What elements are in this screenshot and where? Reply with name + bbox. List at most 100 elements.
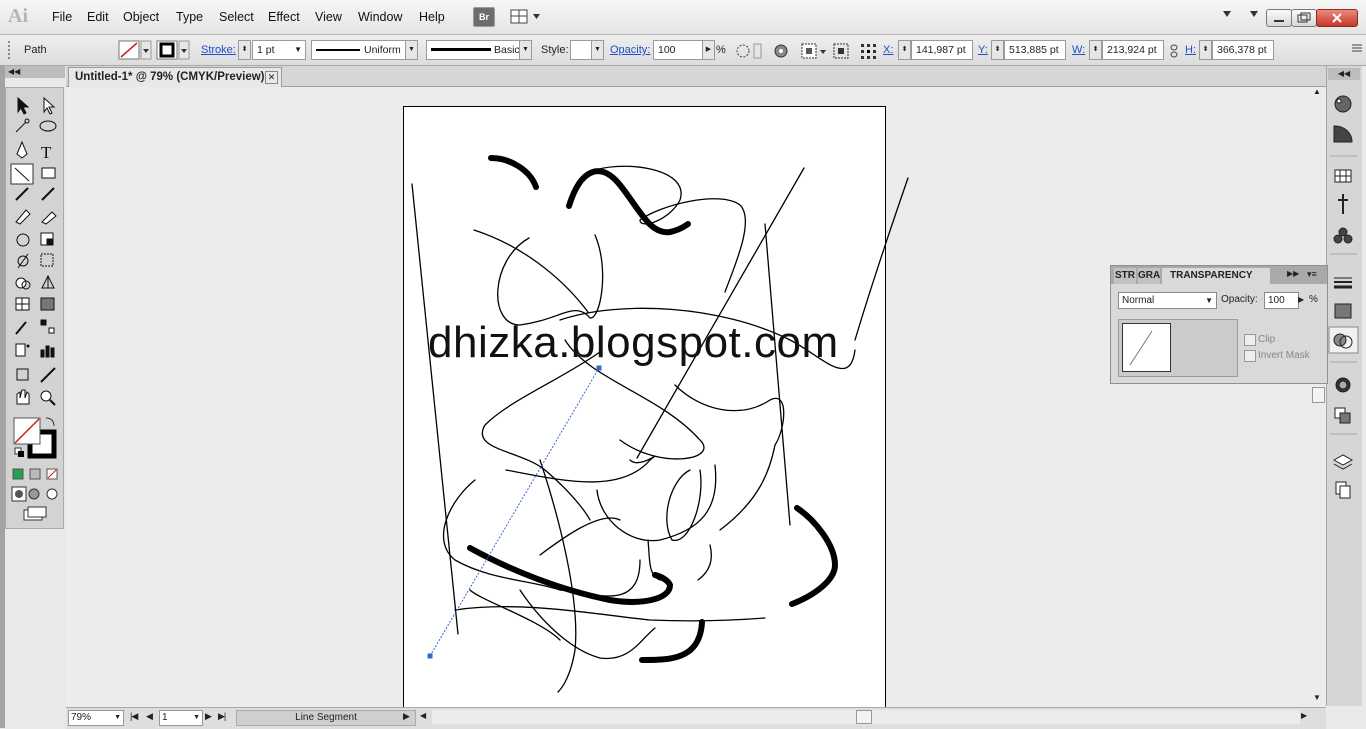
artwork-path[interactable] <box>854 177 909 341</box>
opacity-label: Opacity: <box>1221 294 1258 305</box>
zoom-field[interactable]: 79% ▼ <box>68 710 124 726</box>
magic-wand-tool-icon[interactable] <box>15 118 30 133</box>
none-mode-icon[interactable] <box>46 468 58 480</box>
perspective-grid-tool-icon[interactable] <box>41 274 55 289</box>
artwork-path[interactable] <box>666 469 702 541</box>
thick-stroke[interactable] <box>639 619 705 663</box>
type-tool-icon[interactable]: T <box>41 143 52 162</box>
close-window-button[interactable] <box>1316 9 1358 27</box>
dock-expand-icon[interactable]: ◀◀ <box>1328 68 1360 80</box>
layers-panel-icon[interactable] <box>1332 454 1354 470</box>
symbols-panel-icon[interactable] <box>1333 227 1353 244</box>
rotate-tool-icon[interactable] <box>16 233 30 247</box>
stroke-panel-icon[interactable] <box>1334 277 1352 289</box>
lasso-tool-icon[interactable] <box>39 120 57 132</box>
warp-tool-icon[interactable] <box>17 253 29 269</box>
tab-gradient[interactable]: GRA <box>1138 268 1160 284</box>
appearance-panel-icon[interactable] <box>1335 377 1351 393</box>
first-artboard-icon[interactable]: |◀ <box>130 711 138 722</box>
artboard-number: 1 <box>162 712 168 723</box>
drawing-mode-icons[interactable] <box>11 486 58 502</box>
mesh-tool-icon[interactable] <box>15 297 30 311</box>
blob-brush-tool-icon[interactable] <box>15 209 31 225</box>
graphic-styles-panel-icon[interactable] <box>1334 407 1351 424</box>
screen-mode-icon[interactable] <box>23 506 47 521</box>
invert-mask-checkbox[interactable] <box>1244 350 1256 362</box>
panel-opacity-field[interactable]: 100 <box>1264 292 1299 309</box>
last-artboard-icon[interactable]: ▶| <box>218 711 226 722</box>
artwork-path[interactable] <box>539 517 621 556</box>
default-fill-stroke-icon[interactable] <box>14 447 24 457</box>
paintbrush-tool-icon[interactable] <box>15 187 29 201</box>
status-bar: 79% ▼ |◀ ◀ 1 ▼ ▶ ▶| Line Segment ▶ ◀ ▶ <box>66 707 1326 729</box>
symbol-sprayer-tool-icon[interactable] <box>15 343 30 357</box>
selection-tool-icon[interactable] <box>17 96 30 115</box>
horizontal-scrollbar[interactable] <box>432 710 1300 724</box>
blend-mode-dropdown[interactable]: Normal ▼ <box>1118 292 1217 309</box>
object-thumbnail[interactable] <box>1122 323 1172 373</box>
artboard-tool-icon[interactable] <box>16 368 29 381</box>
control-panel-menu-icon[interactable] <box>1350 39 1364 61</box>
swatches-panel-icon[interactable] <box>1334 169 1352 183</box>
hand-tool-icon[interactable] <box>16 389 30 405</box>
scroll-left-icon[interactable]: ◀ <box>420 711 426 720</box>
color-panel-icon[interactable] <box>1334 95 1352 113</box>
thick-stroke[interactable] <box>566 168 691 236</box>
swap-fill-stroke-icon[interactable] <box>45 417 55 427</box>
chevron-down-icon: ▼ <box>193 714 200 721</box>
horizontal-scroll-thumb[interactable] <box>856 710 872 724</box>
artwork-path[interactable] <box>454 606 766 622</box>
tab-transparency[interactable]: TRANSPARENCY <box>1162 268 1270 284</box>
tab-stroke[interactable]: STR <box>1114 268 1136 284</box>
artwork-path[interactable] <box>764 223 791 526</box>
scroll-right-icon[interactable]: ▶ <box>1301 711 1307 720</box>
direct-selection-tool-icon[interactable] <box>43 96 56 115</box>
artwork-path[interactable] <box>596 464 717 542</box>
panel-menu-icon[interactable]: ▾≡ <box>1307 269 1317 280</box>
brushes-panel-icon[interactable] <box>1338 194 1348 214</box>
pen-tool-icon[interactable] <box>16 140 28 159</box>
color-guide-panel-icon[interactable] <box>1333 125 1353 143</box>
color-mode-icon[interactable] <box>12 468 24 480</box>
panel-collapse-icon[interactable]: ▶▶ <box>1287 269 1299 278</box>
slice-tool-icon[interactable] <box>40 367 56 383</box>
chevron-down-icon: ▼ <box>114 714 121 721</box>
line-segment-tool-icon[interactable] <box>10 163 34 185</box>
artwork-path[interactable] <box>697 544 712 581</box>
transparency-panel-icon[interactable] <box>1328 326 1359 354</box>
status-menu-icon[interactable]: ▶ <box>403 711 410 722</box>
thick-stroke[interactable] <box>488 155 539 190</box>
mask-thumbnail-area <box>1118 319 1238 377</box>
rectangle-tool-icon[interactable] <box>41 167 56 179</box>
vertical-scroll-thumb[interactable] <box>1312 387 1325 403</box>
gradient-tool-icon[interactable] <box>40 297 55 311</box>
pencil-tool-icon[interactable] <box>41 187 55 201</box>
gradient-mode-icon[interactable] <box>29 468 41 480</box>
eyedropper-tool-icon[interactable] <box>15 321 27 335</box>
zoom-tool-icon[interactable] <box>40 390 56 406</box>
clip-checkbox[interactable] <box>1244 334 1256 346</box>
artboards-panel-icon[interactable] <box>1335 481 1351 499</box>
thick-stroke[interactable] <box>789 505 839 607</box>
column-graph-tool-icon[interactable] <box>40 345 55 358</box>
scroll-up-icon[interactable]: ▲ <box>1313 87 1321 96</box>
shape-builder-tool-icon[interactable] <box>15 277 31 290</box>
artwork-path[interactable] <box>481 351 601 521</box>
scroll-down-icon[interactable]: ▼ <box>1313 693 1321 702</box>
artboard-number-field[interactable]: 1 ▼ <box>159 710 203 726</box>
opacity-slider-icon[interactable]: ▶ <box>1298 295 1304 304</box>
artwork-path[interactable] <box>636 167 805 459</box>
eraser-tool-icon[interactable] <box>41 211 57 225</box>
vertical-scrollbar[interactable]: ▲ ▼ <box>1310 87 1326 707</box>
blend-tool-icon[interactable] <box>40 319 55 334</box>
gradient-panel-icon[interactable] <box>1334 303 1352 319</box>
current-tool-status[interactable]: Line Segment <box>236 710 416 726</box>
free-transform-tool-icon[interactable] <box>40 253 54 267</box>
previous-artboard-icon[interactable]: ◀ <box>146 711 153 722</box>
scale-tool-icon[interactable] <box>40 232 54 246</box>
artwork-path[interactable] <box>411 183 459 635</box>
svg-text:T: T <box>41 143 52 162</box>
next-artboard-icon[interactable]: ▶ <box>205 711 212 722</box>
artwork-path[interactable] <box>473 229 589 313</box>
artwork-path[interactable] <box>469 589 561 641</box>
